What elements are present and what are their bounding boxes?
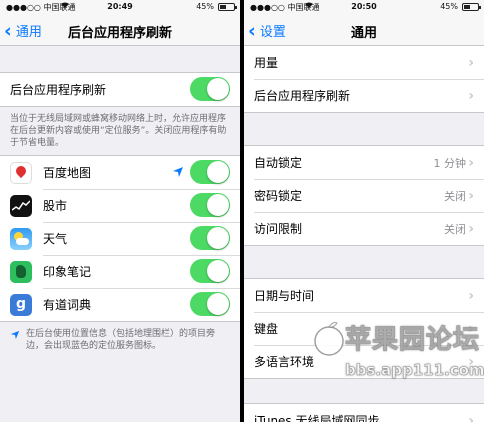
settings-group-usage: 用量 › 后台应用程序刷新 ›	[244, 46, 484, 113]
watermark-url: bbs.app111.com	[345, 361, 484, 380]
settings-row-passcode-lock[interactable]: 密码锁定 关闭 ›	[244, 179, 484, 212]
settings-row-label: 访问限制	[254, 222, 303, 236]
settings-row-label: 密码锁定	[254, 189, 303, 203]
page-title: 通用	[350, 26, 377, 41]
battery-icon	[462, 3, 481, 11]
background-refresh-row: 后台应用程序刷新	[0, 73, 240, 106]
location-note: 在后台使用位置信息（包括地理围栏）的项目旁边，会出现蓝色的定位服务图标。	[0, 322, 240, 358]
baidu-map-icon	[10, 161, 32, 184]
chevron-right-icon: ›	[468, 188, 474, 204]
toggle-knob	[207, 293, 229, 315]
chevron-right-icon: ›	[468, 88, 474, 104]
app-row-stocks: 股市	[0, 189, 240, 222]
status-bar: ●●●○○ 中国联通 20:49 45%	[0, 0, 240, 14]
app-toggle-youdao[interactable]	[190, 292, 230, 316]
app-row-weather: 天气	[0, 222, 240, 255]
battery-percent: 45%	[440, 2, 458, 11]
settings-row-label: 用量	[254, 56, 279, 70]
navigation-bar: ‹ 通用 后台应用程序刷新	[0, 14, 240, 46]
youdao-icon: g	[10, 293, 32, 316]
stocks-icon	[10, 194, 32, 217]
toggle-knob	[207, 194, 229, 216]
settings-row-label: 自动锁定	[254, 156, 303, 170]
watermark-title: 苹果园论坛	[344, 325, 481, 356]
location-note-text: 在后台使用位置信息（包括地理围栏）的项目旁边，会出现蓝色的定位服务图标。	[26, 329, 216, 351]
settings-row-usage[interactable]: 用量 ›	[244, 46, 484, 79]
app-toggle-baidu-map[interactable]	[190, 160, 230, 184]
app-row-baidu-map: 百度地图	[0, 156, 240, 189]
weather-icon	[10, 227, 32, 250]
settings-row-date-time[interactable]: 日期与时间 ›	[244, 279, 484, 312]
settings-row-value: 关闭	[444, 189, 466, 203]
master-toggle-group: 后台应用程序刷新	[0, 72, 240, 107]
toggle-knob	[207, 78, 229, 100]
evernote-icon	[10, 260, 32, 283]
status-bar: ●●●○○ 中国联通 20:50 45%	[244, 0, 484, 14]
location-arrow-icon	[173, 167, 183, 177]
chevron-right-icon: ›	[468, 288, 474, 304]
app-toggle-weather[interactable]	[190, 226, 230, 250]
toggle-knob	[207, 260, 229, 282]
settings-row-label: 日期与时间	[254, 289, 315, 303]
location-arrow-icon	[10, 330, 20, 340]
background-refresh-description: 当位于无线局域网或蜂窝移动网络上时，允许应用程序在后台更新内容或使用“定位服务”…	[10, 114, 227, 148]
background-refresh-screen: ●●●○○ 中国联通 20:49 45% ‹ 通用 后台应用程序刷新 后台应用程…	[0, 0, 240, 422]
app-row-evernote: 印象笔记	[0, 255, 240, 288]
settings-group-lock: 自动锁定 1 分钟 › 密码锁定 关闭 › 访问限制 关闭 ›	[244, 145, 484, 246]
app-toggle-stocks[interactable]	[190, 193, 230, 217]
chevron-right-icon: ›	[468, 55, 474, 71]
app-list: 百度地图 股市 天气 印象笔记 g 有道词典	[0, 155, 240, 322]
app-toggle-evernote[interactable]	[190, 259, 230, 283]
settings-row-background-refresh[interactable]: 后台应用程序刷新 ›	[244, 79, 484, 112]
toggle-knob	[207, 161, 229, 183]
battery-percent: 45%	[196, 2, 214, 11]
app-row-youdao: g 有道词典	[0, 288, 240, 321]
chevron-right-icon: ›	[468, 155, 474, 171]
navigation-bar: ‹ 设置 通用	[244, 14, 484, 46]
settings-row-restrictions[interactable]: 访问限制 关闭 ›	[244, 212, 484, 245]
settings-row-value: 1 分钟	[433, 156, 467, 170]
background-refresh-toggle[interactable]	[190, 77, 230, 101]
page-title: 后台应用程序刷新	[67, 26, 172, 41]
forum-watermark: 苹果园论坛 bbs.app111.com	[309, 315, 484, 395]
settings-group-itunes: iTunes 无线局域网同步 ›	[244, 403, 484, 422]
settings-row-label: iTunes 无线局域网同步	[254, 414, 380, 422]
apple-logo-icon	[314, 322, 344, 356]
settings-row-label: 后台应用程序刷新	[254, 89, 351, 103]
chevron-right-icon: ›	[468, 413, 474, 422]
settings-row-value: 关闭	[444, 222, 466, 236]
settings-row-itunes-wifi-sync[interactable]: iTunes 无线局域网同步 ›	[244, 404, 484, 422]
settings-row-auto-lock[interactable]: 自动锁定 1 分钟 ›	[244, 146, 484, 179]
chevron-right-icon: ›	[468, 221, 474, 237]
toggle-knob	[207, 227, 229, 249]
battery-icon	[218, 3, 237, 11]
